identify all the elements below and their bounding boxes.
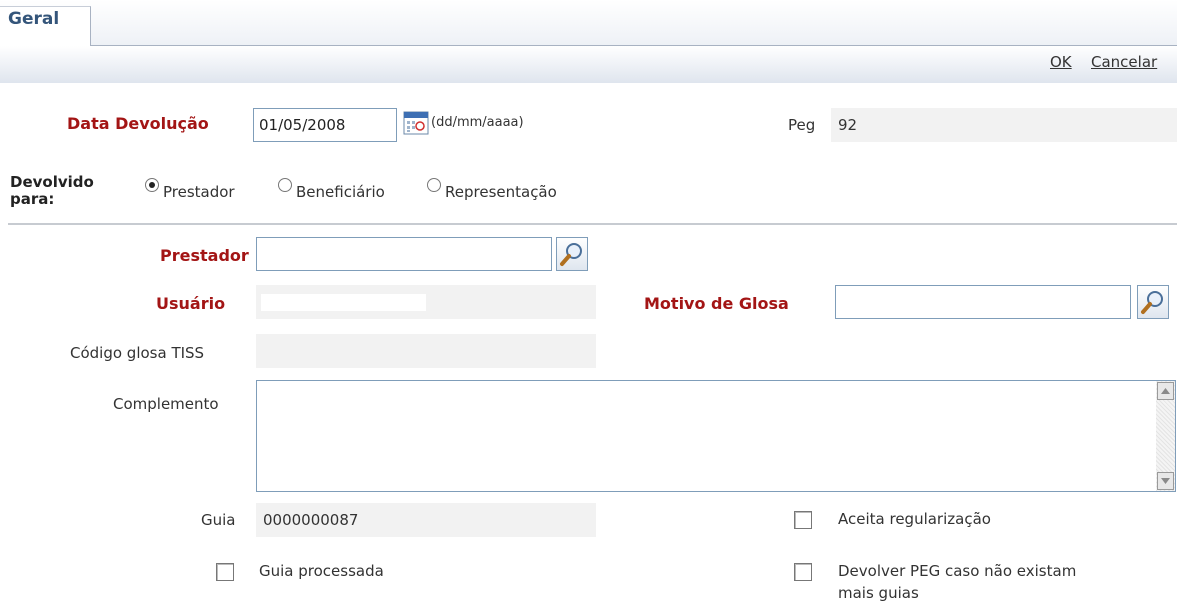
- devolver-peg-checkbox[interactable]: [794, 563, 812, 581]
- complemento-textarea[interactable]: [256, 380, 1176, 492]
- date-format-hint: (dd/mm/aaaa): [431, 115, 524, 130]
- codigo-glosa-tiss-label: Código glosa TISS: [70, 344, 205, 362]
- cancel-link[interactable]: Cancelar: [1091, 53, 1157, 71]
- aceita-regularizacao-label[interactable]: Aceita regularização: [838, 510, 991, 528]
- scroll-down-button[interactable]: [1157, 472, 1174, 490]
- devolver-peg-label-line1[interactable]: Devolver PEG caso não existam: [838, 562, 1076, 580]
- peg-label: Peg: [788, 116, 816, 134]
- prestador-search-button[interactable]: [556, 237, 588, 271]
- peg-value: 92: [831, 108, 1177, 142]
- guia-label: Guia: [201, 511, 236, 529]
- action-toolbar: [0, 46, 1177, 83]
- radio-beneficiario-label[interactable]: Beneficiário: [296, 183, 385, 201]
- ok-link[interactable]: OK: [1050, 53, 1072, 71]
- section-divider: [8, 223, 1177, 225]
- radio-prestador[interactable]: [145, 178, 159, 192]
- motivo-glosa-input[interactable]: [835, 285, 1131, 319]
- tab-bar: [0, 0, 1177, 46]
- devolver-peg-label-line2[interactable]: mais guias: [838, 584, 919, 602]
- codigo-glosa-tiss-value: [256, 334, 596, 368]
- guia-processada-checkbox[interactable]: [216, 563, 234, 581]
- guia-processada-label[interactable]: Guia processada: [259, 562, 384, 580]
- search-icon: [557, 243, 587, 274]
- usuario-label: Usuário: [156, 294, 226, 313]
- data-devolucao-label: Data Devolução: [67, 114, 209, 133]
- radio-prestador-label[interactable]: Prestador: [163, 183, 235, 201]
- motivo-glosa-label: Motivo de Glosa: [644, 294, 789, 313]
- prestador-input[interactable]: [256, 237, 552, 271]
- complemento-label: Complemento: [113, 395, 219, 413]
- calendar-icon[interactable]: [403, 110, 429, 136]
- scroll-up-button[interactable]: [1157, 382, 1174, 400]
- complemento-scrollbar[interactable]: [1156, 381, 1175, 491]
- aceita-regularizacao-checkbox[interactable]: [794, 511, 812, 529]
- devolvido-para-label-line1: Devolvido: [10, 173, 94, 191]
- devolvido-para-label-line2: para:: [10, 190, 55, 208]
- usuario-field: [256, 285, 596, 319]
- usuario-value: [261, 294, 426, 311]
- radio-beneficiario[interactable]: [278, 178, 292, 192]
- motivo-glosa-search-button[interactable]: [1137, 285, 1169, 319]
- search-icon: [1138, 291, 1168, 322]
- guia-value: 0000000087: [256, 503, 596, 537]
- tab-geral[interactable]: Geral: [0, 6, 91, 47]
- radio-representacao-label[interactable]: Representação: [445, 183, 557, 201]
- data-devolucao-input[interactable]: 01/05/2008: [253, 108, 397, 142]
- radio-representacao[interactable]: [427, 178, 441, 192]
- prestador-label: Prestador: [160, 246, 249, 265]
